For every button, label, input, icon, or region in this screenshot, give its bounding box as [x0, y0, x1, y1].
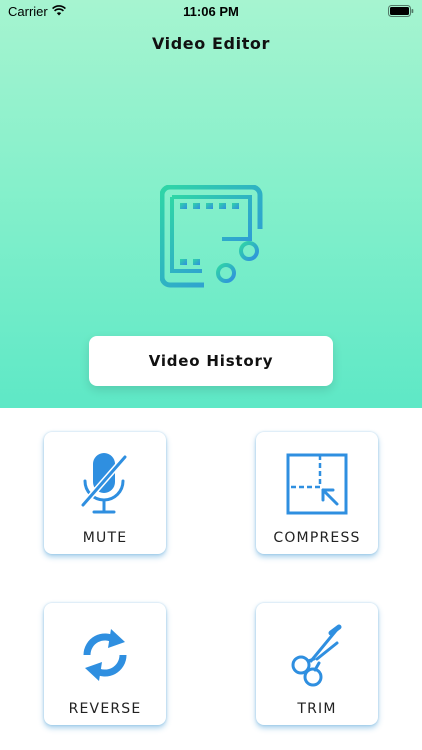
compress-tile[interactable]: COMPRESS [256, 432, 378, 554]
scissors-icon [256, 615, 378, 695]
trim-label: TRIM [297, 701, 337, 717]
mute-label: MUTE [82, 530, 128, 546]
clock: 11:06 PM [183, 4, 239, 19]
compress-label: COMPRESS [273, 530, 361, 546]
status-bar: Carrier 11:06 PM [0, 0, 422, 24]
trim-tile[interactable]: TRIM [256, 603, 378, 725]
page-title: Video Editor [151, 34, 271, 53]
video-history-button[interactable]: Video History [89, 336, 333, 386]
reverse-tile[interactable]: REVERSE [44, 603, 166, 725]
film-scissors-icon [159, 184, 264, 293]
reverse-label: REVERSE [68, 701, 142, 717]
mute-tile[interactable]: MUTE [44, 432, 166, 554]
reverse-icon [44, 615, 166, 695]
battery-icon [388, 5, 414, 21]
compress-icon [256, 444, 378, 524]
hero-banner: Carrier 11:06 PM Video Editor Video Hist… [0, 0, 422, 408]
mic-off-icon [44, 444, 166, 524]
